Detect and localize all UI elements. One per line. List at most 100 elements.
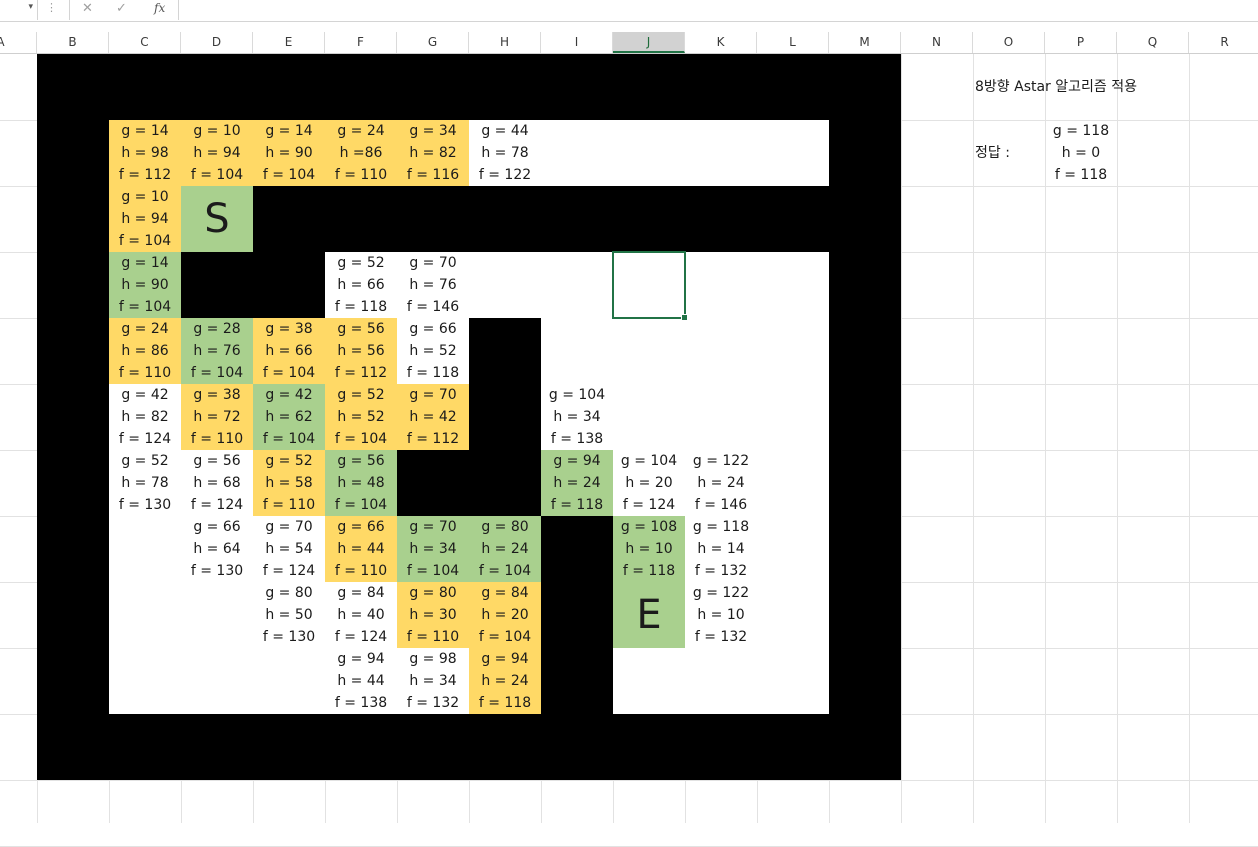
grid-cell-g10[interactable]: g = 98 h = 34 f = 132 (397, 648, 469, 714)
grid-cell-g9[interactable]: g = 80 h = 30 f = 110 (397, 582, 469, 648)
grid-cell-d2[interactable]: g = 10 h = 94 f = 104 (181, 120, 253, 186)
grid-cell-d7[interactable]: g = 56 h = 68 f = 124 (181, 450, 253, 516)
column-header-g[interactable]: G (397, 32, 469, 53)
column-header-i[interactable]: I (541, 32, 613, 53)
g-value: g = 70 (409, 255, 457, 271)
grid-cell-g5[interactable]: g = 66 h = 52 f = 118 (397, 318, 469, 384)
grid-cell-d5[interactable]: g = 28 h = 76 f = 104 (181, 318, 253, 384)
grid-cell-f9[interactable]: g = 84 h = 40 f = 124 (325, 582, 397, 648)
grid-cell-c5[interactable]: g = 24 h = 86 f = 110 (109, 318, 181, 384)
grid-cell-e6[interactable]: g = 42 h = 62 f = 104 (253, 384, 325, 450)
f-value: f = 118 (622, 563, 676, 579)
g-value: g = 70 (409, 519, 457, 535)
column-header-k[interactable]: K (685, 32, 757, 53)
grid-cell-h10[interactable]: g = 94 h = 24 f = 118 (469, 648, 541, 714)
grid-cell-e9[interactable]: g = 80 h = 50 f = 130 (253, 582, 325, 648)
h-value: h = 10 (625, 541, 673, 557)
g-value: g = 80 (481, 519, 529, 535)
grid-cell-e7[interactable]: g = 52 h = 58 f = 110 (253, 450, 325, 516)
grid-cell-e2[interactable]: g = 14 h = 90 f = 104 (253, 120, 325, 186)
wall-block (253, 186, 829, 252)
column-header-n[interactable]: N (901, 32, 973, 53)
column-header-p[interactable]: P (1045, 32, 1117, 53)
grid-cell-f6[interactable]: g = 52 h = 52 f = 104 (325, 384, 397, 450)
grid-cell-j8[interactable]: g = 108 h = 10 f = 118 (613, 516, 685, 582)
formula-bar: ▾ ⋮ ✕ ✓ fx (0, 0, 1258, 22)
grid-cell-k9[interactable]: g = 122 h = 10 f = 132 (685, 582, 757, 648)
grid-cell-c7[interactable]: g = 52 h = 78 f = 130 (109, 450, 181, 516)
column-header-l[interactable]: L (757, 32, 829, 53)
grid-cell-c4[interactable]: g = 14 h = 90 f = 104 (109, 252, 181, 318)
column-header-b[interactable]: B (37, 32, 109, 53)
grid-cell-e8[interactable]: g = 70 h = 54 f = 124 (253, 516, 325, 582)
grid-cell-k7[interactable]: g = 122 h = 24 f = 146 (685, 450, 757, 516)
grid-cell-f4[interactable]: g = 52 h = 66 f = 118 (325, 252, 397, 318)
column-header-a[interactable]: A (0, 32, 37, 53)
grid-cell-g8[interactable]: g = 70 h = 34 f = 104 (397, 516, 469, 582)
h-value: h = 78 (121, 475, 169, 491)
grid-cell-f8[interactable]: g = 66 h = 44 f = 110 (325, 516, 397, 582)
column-header-q[interactable]: Q (1117, 32, 1189, 53)
fill-handle[interactable] (681, 314, 688, 321)
grid-cell-g4[interactable]: g = 70 h = 76 f = 146 (397, 252, 469, 318)
column-header-d[interactable]: D (181, 32, 253, 53)
cancel-icon[interactable]: ✕ (82, 1, 93, 16)
start-cell[interactable]: S (181, 186, 253, 252)
g-value: g = 80 (265, 585, 313, 601)
grid-cell-f10[interactable]: g = 94 h = 44 f = 138 (325, 648, 397, 714)
column-header-m[interactable]: M (829, 32, 901, 53)
column-header-o[interactable]: O (973, 32, 1045, 53)
formula-buttons: ✕ ✓ fx (69, 0, 179, 20)
column-header-h[interactable]: H (469, 32, 541, 53)
selected-cell[interactable] (612, 251, 688, 321)
title-note: 8방향 Astar 알고리즘 적용 (975, 79, 1137, 95)
f-value: f = 132 (694, 629, 748, 645)
grid-cell-i6[interactable]: g = 104 h = 34 f = 138 (541, 384, 613, 450)
grid-cell-h8[interactable]: g = 80 h = 24 f = 104 (469, 516, 541, 582)
h-value: h = 54 (265, 541, 313, 557)
grid-cell-h2[interactable]: g = 44 h = 78 f = 122 (469, 120, 541, 186)
answer-cell[interactable]: g = 118 h = 0 f = 118 (1045, 120, 1117, 186)
h-value: h = 44 (337, 673, 385, 689)
column-header-e[interactable]: E (253, 32, 325, 53)
h-value: h = 24 (481, 541, 529, 557)
g-value: g = 104 (548, 387, 606, 403)
end-cell[interactable]: E (613, 582, 685, 648)
grid-cell-d8[interactable]: g = 66 h = 64 f = 130 (181, 516, 253, 582)
f-value: f = 110 (118, 365, 172, 381)
h-value: h = 40 (337, 607, 385, 623)
grid-cell-g6[interactable]: g = 70 h = 42 f = 112 (397, 384, 469, 450)
grid-cell-e5[interactable]: g = 38 h = 66 f = 104 (253, 318, 325, 384)
h-value: h = 64 (193, 541, 241, 557)
h-value: h = 10 (697, 607, 745, 623)
h-value: h = 72 (193, 409, 241, 425)
grid-cell-j7[interactable]: g = 104 h = 20 f = 124 (613, 450, 685, 516)
f-value: f = 146 (406, 299, 460, 315)
column-header-r[interactable]: R (1189, 32, 1258, 53)
grid-cell-c6[interactable]: g = 42 h = 82 f = 124 (109, 384, 181, 450)
chevron-down-icon[interactable]: ▾ (28, 2, 33, 12)
g-value: g = 122 (692, 453, 750, 469)
grid-cell-f7[interactable]: g = 56 h = 48 f = 104 (325, 450, 397, 516)
column-header-j[interactable]: J (613, 32, 685, 53)
worksheet-grid[interactable]: g = 14 h = 98 f = 112 g = 10 h = 94 f = 104 g … (0, 54, 1258, 847)
grid-cell-k8[interactable]: g = 118 h = 14 f = 132 (685, 516, 757, 582)
grid-cell-g2[interactable]: g = 34 h = 82 f = 116 (397, 120, 469, 186)
column-header-c[interactable]: C (109, 32, 181, 53)
f-value: f = 104 (118, 299, 172, 315)
column-header-f[interactable]: F (325, 32, 397, 53)
grid-cell-i7[interactable]: g = 94 h = 24 f = 118 (541, 450, 613, 516)
insert-function-icon[interactable]: fx (154, 1, 165, 15)
g-value: g = 66 (409, 321, 457, 337)
grid-cell-c3[interactable]: g = 10 h = 94 f = 104 (109, 186, 181, 252)
grid-cell-c2[interactable]: g = 14 h = 98 f = 112 (109, 120, 181, 186)
grid-cell-f5[interactable]: g = 56 h = 56 f = 112 (325, 318, 397, 384)
gridline-vertical (901, 54, 902, 823)
confirm-icon[interactable]: ✓ (116, 1, 127, 16)
grid-cell-f2[interactable]: g = 24 h =86 f = 110 (325, 120, 397, 186)
name-box[interactable]: ▾ (0, 0, 38, 20)
grid-cell-h9[interactable]: g = 84 h = 20 f = 104 (469, 582, 541, 648)
grid-cell-d6[interactable]: g = 38 h = 72 f = 110 (181, 384, 253, 450)
g-value: g = 98 (409, 651, 457, 667)
wall-block (37, 120, 109, 780)
